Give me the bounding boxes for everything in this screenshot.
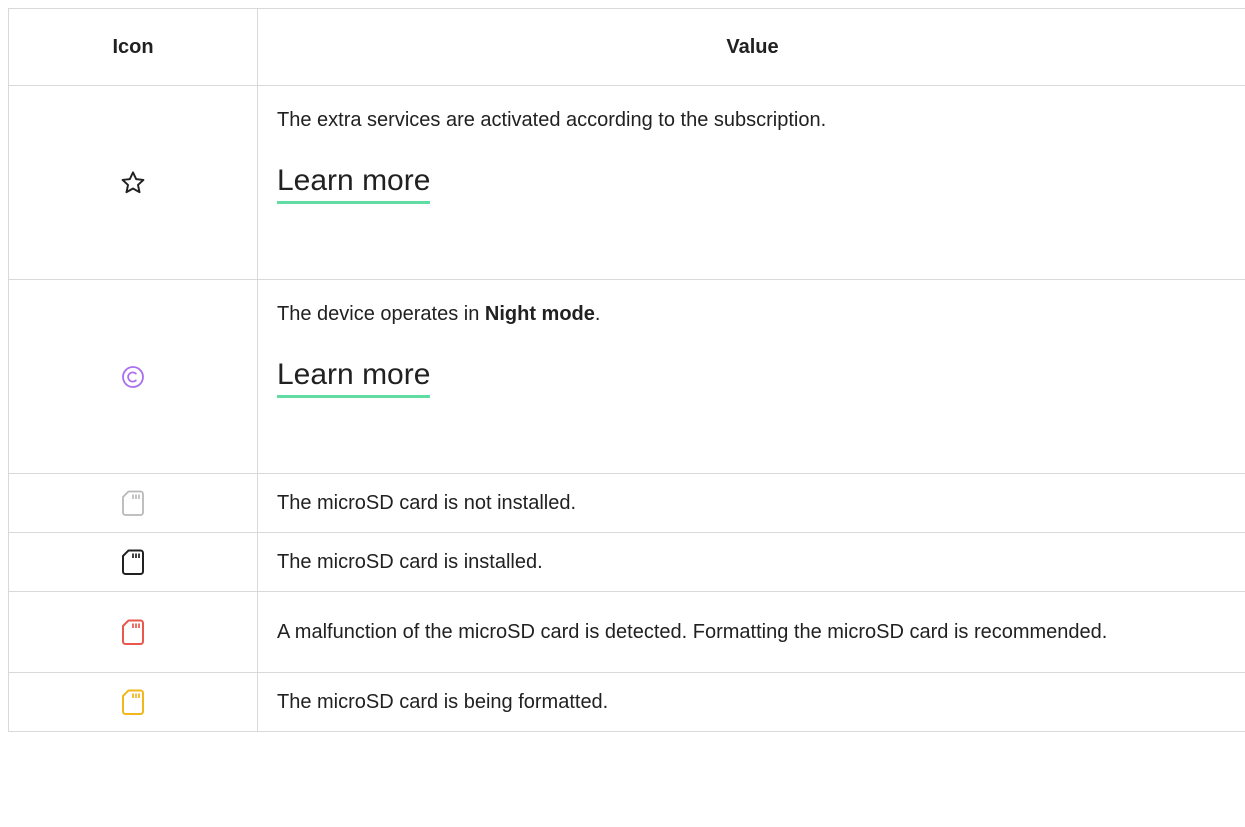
learn-more-link[interactable]: Learn more bbox=[277, 356, 431, 398]
value-cell: The microSD card is installed. bbox=[257, 532, 1245, 592]
microsd-not-installed-icon bbox=[121, 490, 145, 516]
table-row: The device operates in Night mode. Learn… bbox=[8, 279, 1245, 474]
row-description: The microSD card is being formatted. bbox=[277, 691, 609, 713]
night-mode-term: Night mode bbox=[484, 303, 595, 325]
icon-cell bbox=[8, 532, 258, 592]
value-cell: The extra services are activated accordi… bbox=[257, 85, 1245, 280]
microsd-formatting-icon bbox=[121, 689, 145, 715]
icon-cell bbox=[8, 591, 258, 673]
icon-column-header: Icon bbox=[8, 8, 258, 86]
row-description: The device operates in Night mode. bbox=[277, 298, 1245, 330]
table-row: The microSD card is not installed. bbox=[8, 473, 1245, 533]
row-description: The extra services are activated accordi… bbox=[277, 109, 827, 131]
table-row: The microSD card is installed. bbox=[8, 532, 1245, 592]
value-cell: A malfunction of the microSD card is det… bbox=[257, 591, 1245, 673]
icon-cell bbox=[8, 85, 258, 280]
value-cell: The device operates in Night mode. Learn… bbox=[257, 279, 1245, 474]
table-row: A malfunction of the microSD card is det… bbox=[8, 591, 1245, 673]
night-mode-icon bbox=[121, 365, 145, 388]
value-cell: The microSD card is being formatted. bbox=[257, 672, 1245, 732]
value-column-header: Value bbox=[257, 8, 1245, 86]
microsd-installed-icon bbox=[121, 549, 145, 575]
icon-cell bbox=[8, 279, 258, 474]
table-row: The microSD card is being formatted. bbox=[8, 672, 1245, 732]
row-description: The microSD card is not installed. bbox=[277, 492, 577, 514]
description-period: . bbox=[594, 303, 601, 325]
microsd-malfunction-icon bbox=[121, 619, 145, 645]
description-text: The device operates in bbox=[277, 303, 485, 325]
icon-legend-table: Icon Value The extra services are activa… bbox=[8, 8, 1245, 732]
row-description: The microSD card is installed. bbox=[277, 551, 543, 573]
table-header-row: Icon Value bbox=[8, 8, 1245, 86]
learn-more-link[interactable]: Learn more bbox=[277, 162, 431, 204]
icon-cell bbox=[8, 672, 258, 732]
row-description: A malfunction of the microSD card is det… bbox=[277, 621, 1108, 643]
value-cell: The microSD card is not installed. bbox=[257, 473, 1245, 533]
icon-cell bbox=[8, 473, 258, 533]
star-outline-icon bbox=[120, 170, 146, 193]
table-row: The extra services are activated accordi… bbox=[8, 85, 1245, 280]
